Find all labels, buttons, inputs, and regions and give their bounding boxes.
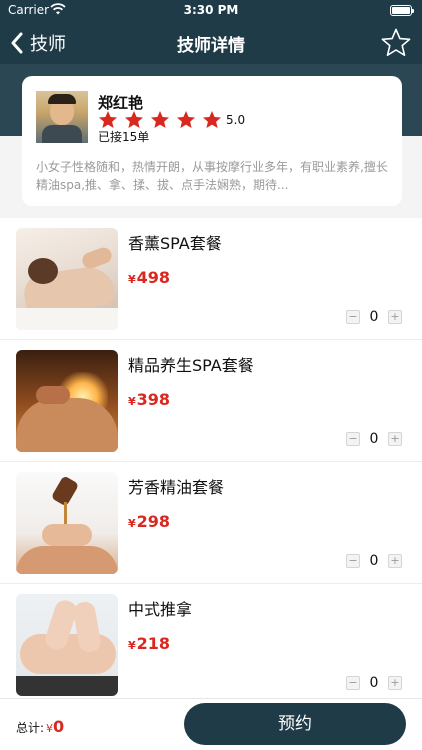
quantity-stepper: − 0 + — [346, 309, 402, 325]
status-time: 3:30 PM — [183, 3, 239, 17]
star-filled-icon — [203, 111, 221, 128]
package-name: 香薰SPA套餐 — [128, 234, 222, 253]
total-amount: 0 — [53, 717, 65, 736]
increment-button[interactable]: + — [388, 554, 402, 568]
rating-stars: 5.0 — [98, 110, 245, 130]
top-bar: Carrier 3:30 PM 技师 技师详情 — [0, 0, 422, 64]
quantity-value: 0 — [369, 675, 379, 691]
package-item[interactable]: 香薰SPA套餐 ¥498 − 0 + — [0, 218, 422, 340]
quantity-stepper: − 0 + — [346, 553, 402, 569]
package-list: 香薰SPA套餐 ¥498 − 0 + 精品养生SPA套餐 ¥398 − 0 + … — [0, 218, 422, 706]
increment-button[interactable]: + — [388, 310, 402, 324]
total-label: 总计: — [16, 721, 45, 735]
avatar — [36, 91, 88, 143]
package-image — [16, 594, 118, 696]
total-currency: ¥ — [46, 722, 54, 735]
nav-bar: 技师 技师详情 — [0, 22, 422, 64]
quantity-value: 0 — [369, 431, 379, 447]
decrement-button[interactable]: − — [346, 676, 360, 690]
increment-button[interactable]: + — [388, 676, 402, 690]
book-button[interactable]: 预约 — [184, 703, 406, 745]
package-image — [16, 472, 118, 574]
package-item[interactable]: 中式推拿 ¥218 − 0 + — [0, 584, 422, 706]
star-filled-icon — [99, 111, 117, 128]
orders-count: 已接15单 — [98, 130, 150, 144]
star-filled-icon — [125, 111, 143, 128]
order-total: 总计: ¥ 0 — [16, 717, 64, 736]
star-filled-icon — [151, 111, 169, 128]
package-name: 精品养生SPA套餐 — [128, 356, 254, 375]
quantity-value: 0 — [369, 553, 379, 569]
quantity-stepper: − 0 + — [346, 431, 402, 447]
bottom-bar: 总计: ¥ 0 预约 — [0, 698, 422, 750]
battery-icon — [390, 5, 414, 16]
package-name: 芳香精油套餐 — [128, 478, 225, 497]
decrement-button[interactable]: − — [346, 310, 360, 324]
package-price: ¥298 — [128, 512, 171, 531]
status-bar: Carrier 3:30 PM — [0, 0, 422, 22]
technician-card: 郑红艳 5.0 已接15单 小女子性格随和，热情开朗，从事按摩行业多年，有职业素… — [22, 76, 402, 206]
page-title: 技师详情 — [177, 36, 245, 56]
package-item[interactable]: 精品养生SPA套餐 ¥398 − 0 + — [0, 340, 422, 462]
increment-button[interactable]: + — [388, 432, 402, 446]
package-image — [16, 350, 118, 452]
decrement-button[interactable]: − — [346, 432, 360, 446]
rating-score: 5.0 — [226, 113, 246, 127]
decrement-button[interactable]: − — [346, 554, 360, 568]
quantity-stepper: − 0 + — [346, 675, 402, 691]
star-filled-icon — [177, 111, 195, 128]
package-price: ¥218 — [128, 634, 171, 653]
technician-description: 小女子性格随和，热情开朗，从事按摩行业多年，有职业素养,擅长精油spa,推、拿、… — [36, 160, 388, 192]
quantity-value: 0 — [369, 309, 379, 325]
package-price: ¥398 — [128, 390, 171, 409]
package-item[interactable]: 芳香精油套餐 ¥298 − 0 + — [0, 462, 422, 584]
package-name: 中式推拿 — [128, 600, 193, 619]
favorite-star-icon[interactable] — [380, 27, 412, 59]
package-image — [16, 228, 118, 330]
package-price: ¥498 — [128, 268, 171, 287]
